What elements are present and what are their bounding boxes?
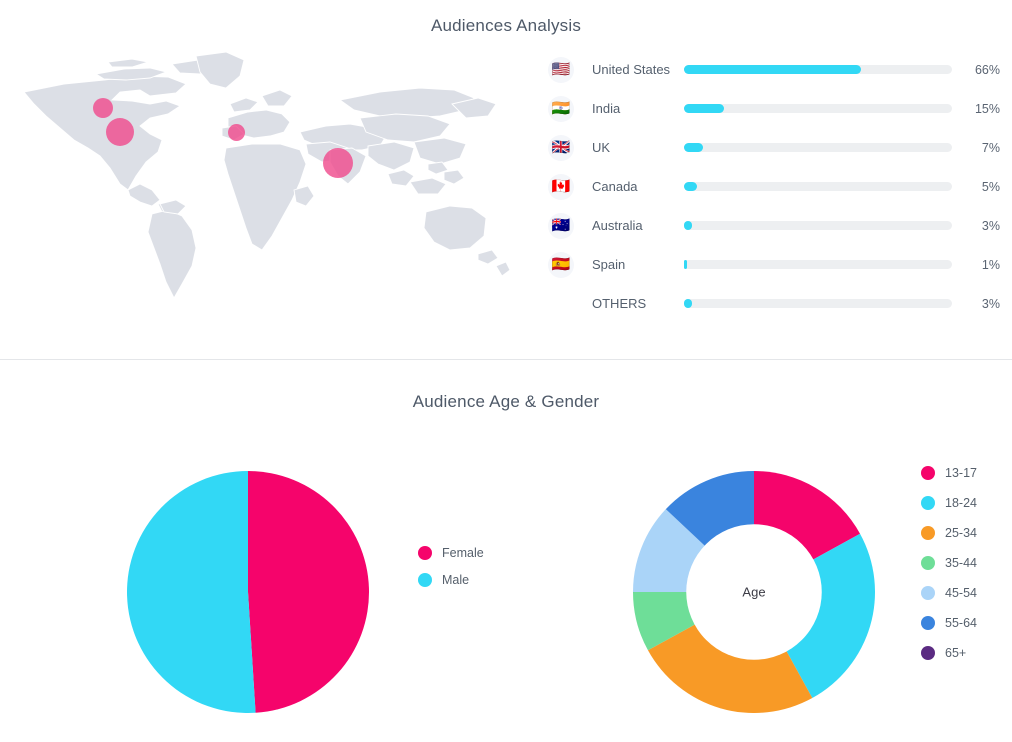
country-label: United States bbox=[592, 62, 671, 77]
country-progress-fill bbox=[684, 221, 693, 230]
country-percent: 66% bbox=[974, 62, 1000, 77]
gb-flag-icon: 🇬🇧 bbox=[548, 134, 574, 161]
country-label: India bbox=[592, 101, 621, 116]
country-progress-track bbox=[684, 182, 952, 191]
country-progress-fill bbox=[684, 143, 703, 152]
country-progress-fill bbox=[684, 65, 861, 74]
gender-legend: Female Male bbox=[418, 546, 484, 600]
age-donut-chart[interactable]: Age bbox=[633, 471, 875, 713]
age-color-swatch bbox=[921, 586, 935, 600]
world-map-svg bbox=[23, 51, 511, 299]
in-flag-icon: 🇮🇳 bbox=[548, 95, 574, 122]
table-row[interactable]: 🇦🇺 Australia 3% bbox=[548, 206, 1000, 245]
country-label: Spain bbox=[592, 257, 626, 272]
legend-item-25-34[interactable]: 25-34 bbox=[921, 526, 977, 540]
country-progress-fill bbox=[684, 260, 687, 269]
country-percent: 1% bbox=[981, 257, 1000, 272]
legend-label: 25-34 bbox=[945, 526, 977, 540]
country-progress-fill bbox=[684, 104, 725, 113]
country-progress-track bbox=[684, 104, 952, 113]
legend-item-65-plus[interactable]: 65+ bbox=[921, 646, 977, 660]
female-color-swatch bbox=[418, 546, 432, 560]
legend-item-35-44[interactable]: 35-44 bbox=[921, 556, 977, 570]
country-breakdown-list: 🇺🇸 United States 66% 🇮🇳 India 15% 🇬🇧 UK … bbox=[548, 50, 1000, 323]
country-percent: 3% bbox=[981, 296, 1000, 311]
legend-item-male[interactable]: Male bbox=[418, 573, 484, 587]
legend-label: 45-54 bbox=[945, 586, 977, 600]
pie-slice[interactable] bbox=[126, 471, 256, 713]
legend-label: Male bbox=[442, 573, 470, 587]
age-color-swatch bbox=[921, 466, 935, 480]
country-label: UK bbox=[592, 140, 611, 155]
legend-label: Female bbox=[442, 546, 484, 560]
age-color-swatch bbox=[921, 616, 935, 630]
age-color-swatch bbox=[921, 646, 935, 660]
country-label: OTHERS bbox=[592, 296, 647, 311]
legend-label: 18-24 bbox=[945, 496, 977, 510]
legend-label: 13-17 bbox=[945, 466, 977, 480]
country-percent: 5% bbox=[981, 179, 1000, 194]
age-color-swatch bbox=[921, 496, 935, 510]
us-flag-icon: 🇺🇸 bbox=[548, 56, 574, 83]
age-color-swatch bbox=[921, 526, 935, 540]
spain-bubble[interactable] bbox=[228, 124, 245, 141]
age-legend: 13-17 18-24 25-34 35-44 45-54 55-64 65+ bbox=[921, 466, 977, 676]
au-flag-icon: 🇦🇺 bbox=[548, 212, 574, 239]
gender-pie-svg bbox=[126, 471, 369, 713]
gender-pie-chart[interactable] bbox=[126, 471, 369, 713]
legend-label: 65+ bbox=[945, 646, 967, 660]
es-flag-icon: 🇪🇸 bbox=[548, 251, 574, 278]
india-bubble[interactable] bbox=[323, 148, 353, 178]
world-map[interactable] bbox=[0, 44, 520, 344]
page-title: Audiences Analysis bbox=[430, 16, 582, 35]
table-row[interactable]: OTHERS 3% bbox=[548, 284, 1000, 323]
ca-flag-icon: 🇨🇦 bbox=[548, 173, 574, 200]
country-percent: 15% bbox=[974, 101, 1000, 116]
country-progress-fill bbox=[684, 182, 698, 191]
section-title: Audience Age & Gender bbox=[412, 392, 600, 411]
country-percent: 3% bbox=[981, 218, 1000, 233]
male-color-swatch bbox=[418, 573, 432, 587]
table-row[interactable]: 🇪🇸 Spain 1% bbox=[548, 245, 1000, 284]
legend-item-45-54[interactable]: 45-54 bbox=[921, 586, 977, 600]
audiences-analysis-section: Audiences Analysis 🇺🇸 United States 66% … bbox=[0, 0, 1012, 360]
legend-item-13-17[interactable]: 13-17 bbox=[921, 466, 977, 480]
table-row[interactable]: 🇺🇸 United States 66% bbox=[548, 50, 1000, 89]
country-progress-track bbox=[684, 143, 952, 152]
country-label: Australia bbox=[592, 218, 643, 233]
country-percent: 7% bbox=[981, 140, 1000, 155]
country-progress-track bbox=[684, 65, 952, 74]
table-row[interactable]: 🇬🇧 UK 7% bbox=[548, 128, 1000, 167]
legend-item-55-64[interactable]: 55-64 bbox=[921, 616, 977, 630]
pie-slice[interactable] bbox=[248, 471, 369, 713]
country-progress-track bbox=[684, 299, 952, 308]
legend-label: 35-44 bbox=[945, 556, 977, 570]
table-row[interactable]: 🇨🇦 Canada 5% bbox=[548, 167, 1000, 206]
country-progress-fill bbox=[684, 299, 693, 308]
legend-item-18-24[interactable]: 18-24 bbox=[921, 496, 977, 510]
no-flag-icon bbox=[548, 291, 574, 317]
legend-label: 55-64 bbox=[945, 616, 977, 630]
age-color-swatch bbox=[921, 556, 935, 570]
donut-center-label: Age bbox=[742, 584, 766, 600]
audience-age-gender-section: Audience Age & Gender Female Male Age 13… bbox=[0, 360, 1012, 741]
legend-item-female[interactable]: Female bbox=[418, 546, 484, 560]
country-progress-track bbox=[684, 221, 952, 230]
canada-bubble[interactable] bbox=[93, 98, 113, 118]
country-label: Canada bbox=[592, 179, 638, 194]
table-row[interactable]: 🇮🇳 India 15% bbox=[548, 89, 1000, 128]
country-progress-track bbox=[684, 260, 952, 269]
united-states-bubble[interactable] bbox=[106, 118, 134, 146]
